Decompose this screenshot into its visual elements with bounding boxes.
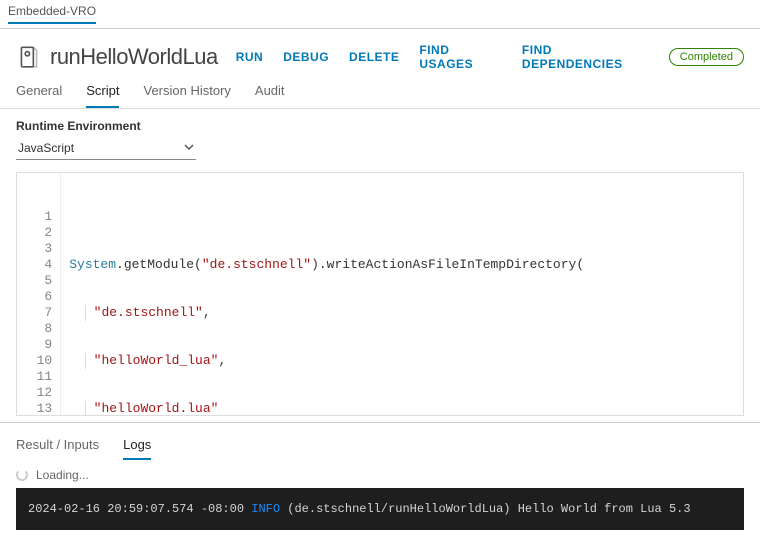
chevron-down-icon [184, 141, 194, 155]
tab-logs[interactable]: Logs [123, 433, 151, 460]
page-title: runHelloWorldLua [50, 44, 218, 70]
code-line [69, 209, 584, 225]
code-editor[interactable]: 123456789101112131415 System.getModule("… [16, 172, 744, 416]
breadcrumb-bar: Embedded-VRO [0, 0, 760, 29]
delete-button[interactable]: DELETE [349, 50, 399, 64]
find-usages-button[interactable]: FIND USAGES [419, 43, 502, 71]
spinner-icon [16, 469, 28, 481]
main-tabs: General Script Version History Audit [0, 77, 760, 109]
tab-general[interactable]: General [16, 77, 62, 108]
code-area[interactable]: System.getModule("de.stschnell").writeAc… [61, 173, 592, 415]
run-button[interactable]: RUN [236, 50, 264, 64]
tab-audit[interactable]: Audit [255, 77, 285, 108]
line-gutter: 123456789101112131415 [17, 173, 61, 415]
code-line: System.getModule("de.stschnell").writeAc… [69, 257, 584, 273]
code-line: "helloWorld_lua", [69, 353, 584, 369]
debug-button[interactable]: DEBUG [283, 50, 329, 64]
tab-script[interactable]: Script [86, 77, 119, 108]
log-source: (de.stschnell/runHelloWorldLua) [287, 502, 510, 516]
runtime-value: JavaScript [18, 141, 74, 155]
log-timestamp: 2024-02-16 20:59:07.574 -08:00 [28, 502, 244, 516]
tab-result-inputs[interactable]: Result / Inputs [16, 433, 99, 460]
log-level: INFO [251, 502, 280, 516]
runtime-label: Runtime Environment [16, 119, 744, 133]
runtime-select[interactable]: JavaScript [16, 137, 196, 160]
status-badge: Completed [669, 48, 744, 66]
output-tabs: Result / Inputs Logs [0, 422, 760, 464]
find-dependencies-button[interactable]: FIND DEPENDENCIES [522, 43, 649, 71]
tab-version-history[interactable]: Version History [143, 77, 230, 108]
code-line: "helloWorld.lua" [69, 401, 584, 416]
header: runHelloWorldLua RUN DEBUG DELETE FIND U… [0, 29, 760, 77]
loading-text: Loading... [36, 468, 89, 482]
breadcrumb[interactable]: Embedded-VRO [8, 4, 96, 24]
log-message: Hello World from Lua 5.3 [518, 502, 691, 516]
code-line: "de.stschnell", [69, 305, 584, 321]
loading-indicator: Loading... [0, 464, 760, 488]
action-icon [16, 44, 42, 70]
log-console: 2024-02-16 20:59:07.574 -08:00 INFO (de.… [16, 488, 744, 530]
